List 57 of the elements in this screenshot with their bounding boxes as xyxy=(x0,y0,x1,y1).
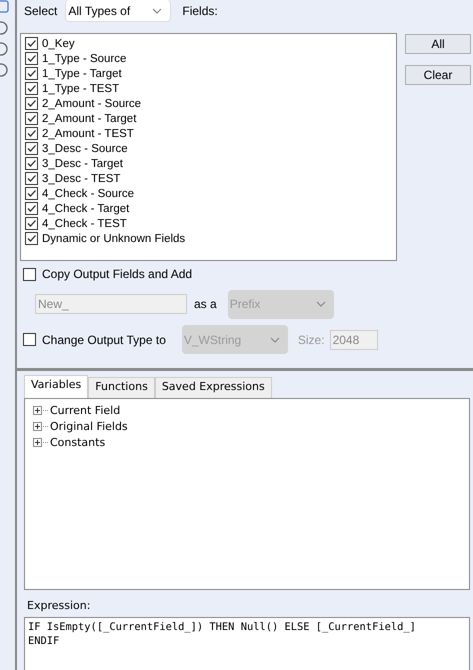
tool-icon xyxy=(0,0,9,14)
field-label[interactable]: 1_Type - Target xyxy=(42,68,122,80)
caret-icon xyxy=(316,301,326,307)
code-line: ENDIF xyxy=(28,634,60,648)
code-line: IF IsEmpty([_CurrentField_]) THEN Null() ELSE [_CurrentField_] xyxy=(28,620,417,634)
checkbox[interactable] xyxy=(25,82,38,95)
checkbox[interactable] xyxy=(25,97,38,110)
checkbox[interactable] xyxy=(25,187,38,200)
field-label[interactable]: 3_Desc - Target xyxy=(42,158,123,170)
checkbox[interactable] xyxy=(25,37,38,50)
field-label[interactable]: 1_Type - Source xyxy=(42,52,126,64)
size-label: Size: xyxy=(298,332,325,346)
change-type-label: Change Output Type to xyxy=(42,332,166,346)
fields-label: Fields: xyxy=(182,4,218,18)
copy-output-label: Copy Output Fields and Add xyxy=(42,267,192,281)
expression-editor[interactable]: IF IsEmpty([_CurrentField_]) THEN Null() ELSE [_CurrentField_] ENDIF xyxy=(24,617,470,670)
tree-item[interactable]: Constants xyxy=(50,436,106,448)
tab[interactable]: Functions xyxy=(88,377,155,398)
tool-icon xyxy=(0,21,9,35)
field-label[interactable]: 0_Key xyxy=(42,38,75,50)
tree-item[interactable]: Current Field xyxy=(50,404,120,416)
tool-icon xyxy=(0,42,9,56)
checkbox[interactable] xyxy=(25,202,38,215)
expand-icon[interactable] xyxy=(33,422,42,430)
checkbox[interactable] xyxy=(25,67,38,80)
checkbox[interactable] xyxy=(25,157,38,170)
expand-icon[interactable] xyxy=(33,406,42,414)
checkbox[interactable] xyxy=(25,232,38,245)
all-button[interactable]: All xyxy=(405,34,471,54)
field-label[interactable]: 3_Desc - Source xyxy=(42,142,128,154)
checkbox[interactable] xyxy=(25,112,38,125)
caret-icon xyxy=(270,336,280,342)
tool-icon xyxy=(0,63,9,77)
caret-icon xyxy=(152,8,162,14)
tab[interactable]: Saved Expressions xyxy=(154,377,272,398)
expression-label: Expression: xyxy=(27,599,92,612)
checkbox[interactable] xyxy=(25,172,38,185)
checkbox[interactable] xyxy=(25,52,38,65)
select-label: Select xyxy=(24,4,58,18)
as-label: as a xyxy=(194,297,217,311)
field-label[interactable]: 4_Check - Source xyxy=(42,188,134,200)
tab[interactable]: Variables xyxy=(24,375,88,398)
type-dropdown[interactable]: All Types of xyxy=(65,0,172,22)
field-label[interactable]: 2_Amount - TEST xyxy=(42,128,134,140)
checkbox[interactable] xyxy=(25,142,38,155)
field-label[interactable]: Dynamic or Unknown Fields xyxy=(42,232,186,244)
field-label[interactable]: 4_Check - Target xyxy=(42,202,130,214)
field-label[interactable]: 3_Desc - TEST xyxy=(42,172,120,184)
field-label[interactable]: 1_Type - TEST xyxy=(42,82,120,94)
tree-item[interactable]: Original Fields xyxy=(50,420,128,432)
expand-icon[interactable] xyxy=(33,438,42,446)
clear-button[interactable]: Clear xyxy=(405,65,471,85)
checkbox[interactable] xyxy=(25,217,38,230)
checkbox[interactable] xyxy=(25,127,38,140)
field-label[interactable]: 2_Amount - Target xyxy=(42,112,136,124)
field-label[interactable]: 2_Amount - Source xyxy=(42,98,142,110)
field-label[interactable]: 4_Check - TEST xyxy=(42,218,127,230)
